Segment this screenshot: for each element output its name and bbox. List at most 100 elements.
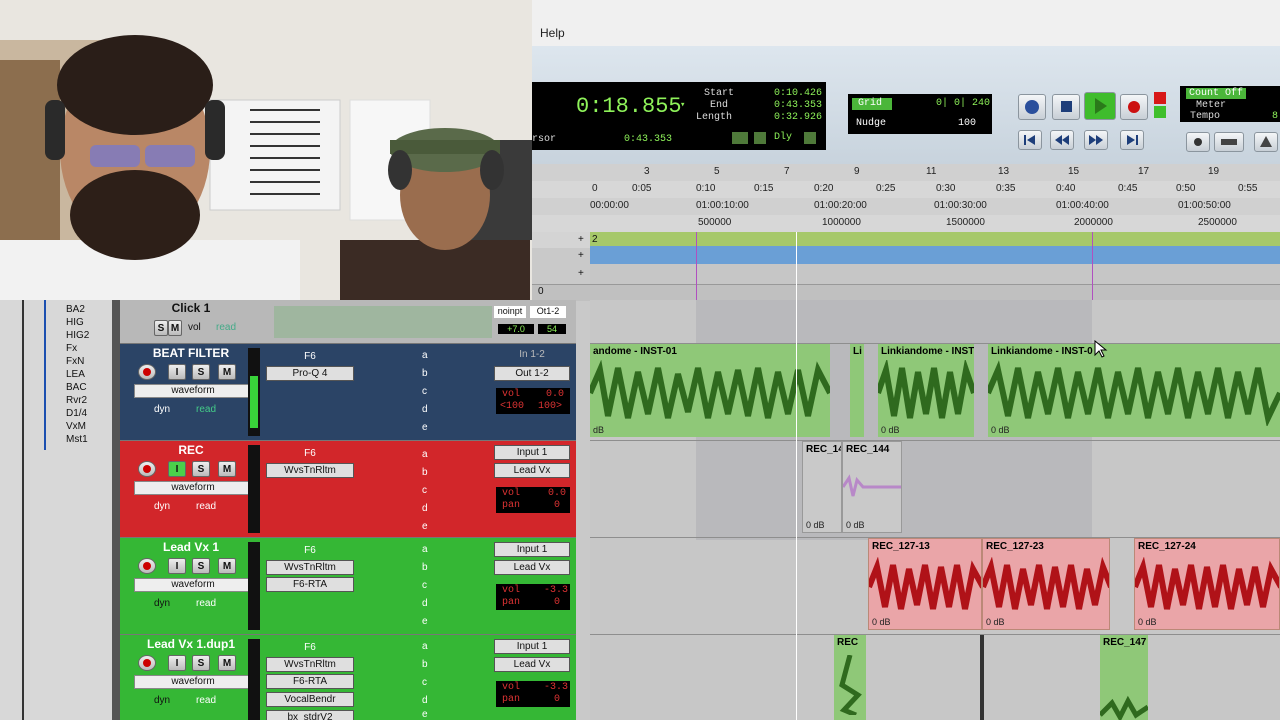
insert-slot[interactable]: WvsTnRltm bbox=[266, 560, 354, 575]
track-name[interactable]: Lead Vx 1 bbox=[134, 540, 248, 554]
insert-slot[interactable]: F6 bbox=[266, 641, 354, 656]
counter-dropdown-icon[interactable]: ▾ bbox=[680, 100, 685, 110]
beat-lane[interactable]: andome - INST-01 dB Li Linkiandome - INS… bbox=[590, 344, 1280, 441]
tempo-value[interactable]: 8 bbox=[1272, 111, 1278, 122]
click-lane[interactable] bbox=[590, 300, 1280, 344]
record-enable-button[interactable] bbox=[138, 655, 156, 671]
automation-mode[interactable]: read bbox=[196, 404, 216, 415]
insert-slot[interactable]: VocalBendr bbox=[266, 692, 354, 707]
input-monitor-button[interactable]: I bbox=[168, 655, 186, 671]
audio-clip[interactable]: REC_127-24 0 dB bbox=[1134, 538, 1280, 630]
insert-slot[interactable]: bx_stdrV2 bbox=[266, 710, 354, 720]
send-a[interactable]: a bbox=[422, 350, 428, 361]
track-view-selector[interactable]: waveform bbox=[134, 481, 252, 495]
input-monitor-icon[interactable] bbox=[1154, 92, 1166, 104]
send-c[interactable]: c bbox=[422, 485, 427, 496]
tracklist-item[interactable]: LEA bbox=[66, 369, 85, 380]
automation-read[interactable]: read bbox=[216, 322, 236, 333]
send-e[interactable]: e bbox=[422, 709, 428, 720]
grid-value[interactable]: 0| 0| 240 bbox=[936, 98, 990, 109]
audio-clip[interactable]: REC_147 bbox=[1100, 635, 1148, 720]
edit-window[interactable]: andome - INST-01 dB Li Linkiandome - INS… bbox=[590, 300, 1280, 720]
send-e[interactable]: e bbox=[422, 616, 428, 627]
click-pan[interactable]: 54 bbox=[538, 324, 566, 334]
audio-clip[interactable]: REC_14 0 dB bbox=[802, 441, 842, 533]
track-name[interactable]: Click 1 bbox=[134, 301, 248, 315]
send-c[interactable]: c bbox=[422, 580, 427, 591]
io-input[interactable]: In 1-2 bbox=[494, 348, 570, 363]
online-icon[interactable] bbox=[1018, 94, 1046, 120]
dyn-label[interactable]: dyn bbox=[154, 598, 170, 609]
track-name[interactable]: REC bbox=[134, 443, 248, 457]
dyn-label[interactable]: dyn bbox=[154, 501, 170, 512]
insert-slot[interactable]: F6-RTA bbox=[266, 577, 354, 592]
main-counter[interactable]: 0:18.855 bbox=[576, 94, 682, 119]
audio-clip[interactable]: andome - INST-01 dB bbox=[590, 344, 830, 437]
tracklist-item[interactable]: FxN bbox=[66, 356, 84, 367]
send-e[interactable]: e bbox=[422, 521, 428, 532]
send-c[interactable]: c bbox=[422, 386, 427, 397]
tempo-label[interactable]: Tempo bbox=[1190, 111, 1220, 122]
mute-button[interactable]: M bbox=[218, 655, 236, 671]
record-button[interactable] bbox=[1120, 94, 1148, 120]
add-marker-icon[interactable]: + bbox=[578, 234, 584, 245]
record-enable-button[interactable] bbox=[138, 461, 156, 477]
meter-label[interactable]: Meter bbox=[1196, 100, 1226, 111]
insert-slot[interactable]: Pro-Q 4 bbox=[266, 366, 354, 381]
io-output[interactable]: Lead Vx bbox=[494, 560, 570, 575]
insert-slot[interactable]: F6-RTA bbox=[266, 674, 354, 689]
tracklist-item[interactable]: Fx bbox=[66, 343, 77, 354]
automation-mode[interactable]: read bbox=[196, 598, 216, 609]
tracklist-item[interactable]: HIG2 bbox=[66, 330, 89, 341]
send-b[interactable]: b bbox=[422, 562, 428, 573]
tracklist-item[interactable]: VxM bbox=[66, 421, 86, 432]
return-to-zero-button[interactable] bbox=[1018, 130, 1042, 150]
send-e[interactable]: e bbox=[422, 422, 428, 433]
click-volume[interactable]: +7.0 bbox=[498, 324, 534, 334]
mute-button[interactable]: M bbox=[168, 320, 182, 336]
leadvx-lane[interactable]: REC_127-13 0 dB REC_127-23 0 dB REC_127-… bbox=[590, 538, 1280, 635]
stop-button[interactable] bbox=[1052, 94, 1080, 120]
send-a[interactable]: a bbox=[422, 641, 428, 652]
audio-clip[interactable]: REC_127-13 0 dB bbox=[868, 538, 982, 630]
low-latency-icon[interactable] bbox=[1154, 106, 1166, 118]
midi-icon[interactable] bbox=[804, 132, 816, 144]
input-monitor-button[interactable]: I bbox=[168, 461, 186, 477]
timecode-ruler[interactable] bbox=[532, 198, 1280, 216]
audio-clip[interactable]: REC bbox=[834, 635, 866, 720]
dly-label[interactable]: Dly bbox=[774, 132, 792, 143]
loop-icon[interactable] bbox=[1186, 132, 1210, 152]
io-output[interactable]: Out 1-2 bbox=[494, 366, 570, 381]
meter-ruler[interactable] bbox=[590, 264, 1280, 284]
length-value[interactable]: 0:32.926 bbox=[774, 112, 822, 123]
marker-ruler[interactable] bbox=[590, 232, 1280, 246]
tracklist-item[interactable]: D1/4 bbox=[66, 408, 87, 419]
count-off-button[interactable]: Count Off bbox=[1186, 88, 1246, 99]
solo-button[interactable]: S bbox=[192, 655, 210, 671]
dyn-label[interactable]: dyn bbox=[154, 404, 170, 415]
audio-clip[interactable]: Linkiandome - INST 0 dB bbox=[878, 344, 974, 437]
fast-forward-button[interactable] bbox=[1084, 130, 1108, 150]
input-monitor-button[interactable]: I bbox=[168, 364, 186, 380]
menu-help[interactable]: Help bbox=[540, 26, 565, 40]
io-input[interactable]: Input 1 bbox=[494, 542, 570, 557]
io-output[interactable]: Lead Vx bbox=[494, 657, 570, 672]
send-d[interactable]: d bbox=[422, 598, 428, 609]
grid-button[interactable]: Grid bbox=[852, 98, 892, 110]
view-vol[interactable]: vol bbox=[188, 322, 201, 333]
send-b[interactable]: b bbox=[422, 659, 428, 670]
nudge-value[interactable]: 100 bbox=[958, 118, 976, 129]
conductor-icon[interactable] bbox=[1214, 132, 1244, 152]
end-value[interactable]: 0:43.353 bbox=[774, 100, 822, 111]
insert-slot[interactable]: F6 bbox=[266, 447, 354, 462]
start-value[interactable]: 0:10.426 bbox=[774, 88, 822, 99]
vol-pan-display[interactable]: vol 0.0 pan 0 bbox=[496, 487, 570, 513]
io-input[interactable]: noinpt bbox=[494, 306, 526, 318]
add-meter-icon[interactable]: + bbox=[578, 268, 584, 279]
go-to-end-button[interactable] bbox=[1120, 130, 1144, 150]
rec-lane[interactable]: REC_14 0 dB REC_144 0 dB bbox=[590, 441, 1280, 538]
send-d[interactable]: d bbox=[422, 695, 428, 706]
audio-clip[interactable]: Li bbox=[850, 344, 864, 437]
solo-button[interactable]: S bbox=[154, 320, 168, 336]
io-input[interactable]: Input 1 bbox=[494, 445, 570, 460]
